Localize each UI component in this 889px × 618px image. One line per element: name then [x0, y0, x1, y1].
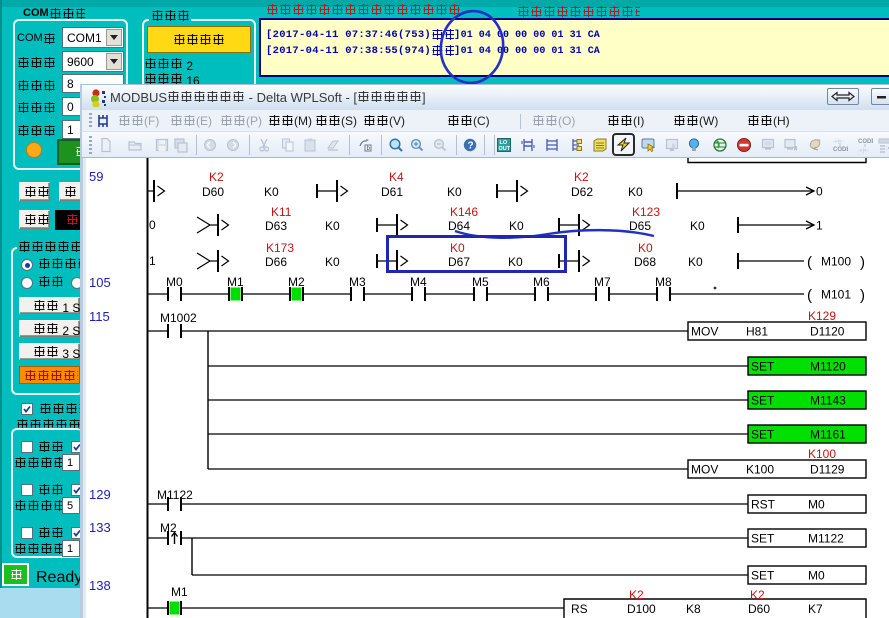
svg-text:MOV: MOV — [691, 463, 718, 477]
svg-text:D62: D62 — [571, 185, 593, 199]
svg-text:M1: M1 — [171, 585, 188, 599]
svg-text:M5: M5 — [472, 275, 489, 289]
svg-text:OUT: OUT — [499, 146, 511, 152]
svg-text:->|<-: ->|<- — [858, 148, 869, 153]
svg-text:D63: D63 — [265, 219, 287, 233]
svg-text:SET: SET — [751, 394, 775, 408]
svg-text:MOV: MOV — [691, 325, 718, 339]
svg-text:?: ? — [468, 141, 474, 152]
svg-text:D66: D66 — [265, 255, 287, 269]
svg-text:M0: M0 — [808, 498, 825, 512]
svg-text:K0: K0 — [325, 219, 340, 233]
svg-text:M1: M1 — [227, 275, 244, 289]
svg-text:K0: K0 — [447, 185, 462, 199]
svg-text:K2: K2 — [574, 170, 589, 184]
svg-text:K123: K123 — [632, 205, 660, 219]
svg-text:K0: K0 — [628, 185, 643, 199]
svg-text:1: 1 — [149, 254, 156, 268]
svg-text:K2: K2 — [629, 588, 644, 602]
svg-text:M0: M0 — [166, 275, 183, 289]
svg-text:M1002: M1002 — [160, 311, 197, 325]
svg-text:D1129: D1129 — [810, 463, 845, 477]
svg-text:K0: K0 — [325, 255, 340, 269]
svg-text:H81: H81 — [746, 325, 768, 339]
svg-text:K0: K0 — [690, 219, 705, 233]
svg-text:D60: D60 — [748, 602, 770, 616]
svg-text:138: 138 — [89, 578, 111, 593]
svg-text:D67: D67 — [448, 255, 470, 269]
svg-text:K11: K11 — [271, 205, 292, 219]
svg-text:D64: D64 — [448, 219, 470, 233]
svg-text:D60: D60 — [202, 185, 224, 199]
svg-text:K100: K100 — [808, 447, 836, 461]
svg-text:SET: SET — [751, 569, 775, 583]
svg-text:CODE: CODE — [833, 147, 848, 153]
svg-text:K0: K0 — [509, 219, 524, 233]
svg-text:K0: K0 — [638, 241, 653, 255]
svg-text:): ) — [860, 254, 865, 271]
svg-text:D65: D65 — [629, 219, 651, 233]
svg-text:M6: M6 — [533, 275, 550, 289]
svg-text:M1120: M1120 — [810, 360, 846, 374]
svg-text:K2: K2 — [209, 170, 224, 184]
svg-text:K8: K8 — [686, 602, 701, 616]
svg-text:M101: M101 — [821, 288, 851, 302]
svg-text:115: 115 — [89, 309, 110, 324]
svg-text:D100: D100 — [627, 602, 656, 616]
svg-text:M3: M3 — [349, 275, 366, 289]
svg-text:->|<-: ->|<- — [833, 139, 844, 145]
svg-text:M1122: M1122 — [157, 488, 193, 502]
svg-text:D61: D61 — [381, 185, 403, 199]
svg-text:D1120: D1120 — [810, 325, 845, 339]
svg-text:133: 133 — [89, 520, 111, 535]
svg-text:RST: RST — [751, 498, 776, 512]
svg-text:0: 0 — [816, 185, 823, 199]
svg-text:K4: K4 — [389, 170, 404, 184]
svg-text:): ) — [860, 287, 865, 304]
svg-text:1: 1 — [816, 219, 823, 233]
svg-text:K100: K100 — [746, 463, 774, 477]
svg-text:(: ( — [807, 287, 812, 304]
svg-text:K2: K2 — [750, 588, 765, 602]
svg-text:105: 105 — [89, 275, 111, 290]
svg-text:M1122: M1122 — [808, 532, 844, 546]
svg-text:0: 0 — [149, 218, 156, 232]
svg-text:K0: K0 — [688, 255, 703, 269]
svg-text:K0: K0 — [264, 185, 279, 199]
svg-text:M7: M7 — [594, 275, 611, 289]
svg-text:M1161: M1161 — [810, 428, 846, 442]
svg-text:SET: SET — [751, 532, 775, 546]
svg-text:SET: SET — [751, 428, 775, 442]
svg-text:M0: M0 — [808, 569, 825, 583]
svg-text:M4: M4 — [410, 275, 427, 289]
svg-text:M100: M100 — [821, 255, 851, 269]
svg-text:K146: K146 — [450, 205, 478, 219]
svg-text:K7: K7 — [808, 602, 823, 616]
svg-text:K129: K129 — [808, 309, 836, 323]
svg-text:59: 59 — [89, 169, 103, 184]
svg-text:K0: K0 — [508, 255, 523, 269]
svg-text:M8: M8 — [655, 275, 672, 289]
svg-text:M2: M2 — [288, 275, 305, 289]
svg-text:M1143: M1143 — [810, 394, 846, 408]
svg-text:K0: K0 — [450, 241, 465, 255]
svg-text:SET: SET — [751, 360, 775, 374]
svg-text:129: 129 — [89, 487, 111, 502]
svg-text:RS: RS — [571, 602, 588, 616]
svg-text:K173: K173 — [266, 241, 294, 255]
svg-text:(: ( — [807, 254, 812, 271]
svg-text:D68: D68 — [634, 255, 656, 269]
